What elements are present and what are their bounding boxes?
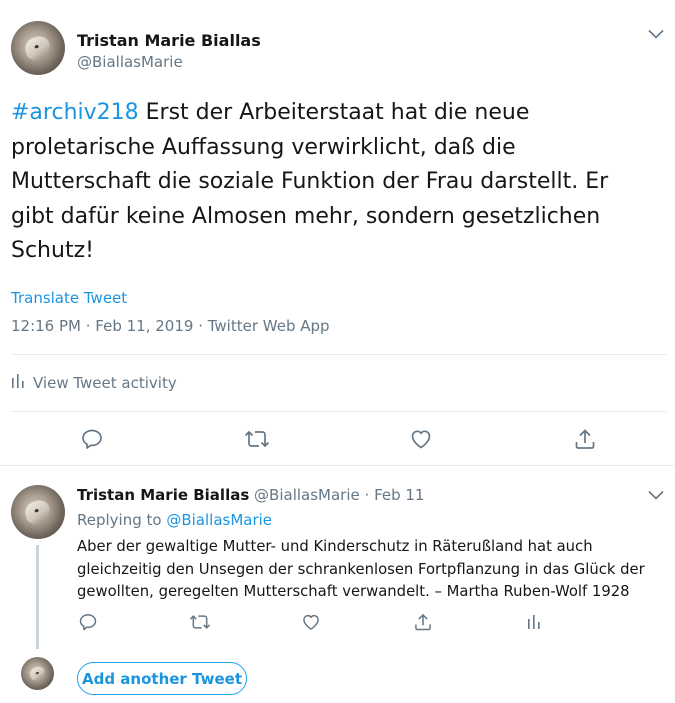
thread-connector-line [36, 545, 39, 649]
avatar-image [22, 33, 53, 63]
tweet-meta: 12:16 PM · Feb 11, 2019 · Twitter Web Ap… [11, 317, 330, 335]
reply-tweet-text: Aber der gewaltige Mutter- und Kindersch… [77, 538, 645, 600]
meta-separator: · [80, 317, 96, 335]
reply-tweet-menu-chevron-down-icon[interactable] [648, 490, 668, 504]
reply-analytics-button[interactable] [520, 608, 548, 636]
divider [11, 411, 667, 412]
reply-icon [79, 614, 97, 631]
avatar-image [22, 497, 53, 527]
main-author-avatar[interactable] [11, 21, 65, 75]
current-user-avatar[interactable] [21, 657, 54, 690]
reply-icon [82, 429, 102, 449]
main-author-name[interactable]: Tristan Marie Biallas [77, 31, 261, 50]
view-tweet-activity-label: View Tweet activity [33, 374, 177, 392]
add-another-tweet-button[interactable]: Add another Tweet [77, 662, 247, 695]
retweet-icon [189, 615, 211, 629]
reply-author-handle[interactable]: @BiallasMarie [254, 486, 360, 504]
reply-separator: · [359, 486, 375, 504]
reply-retweet-button[interactable] [186, 608, 214, 636]
share-icon [415, 613, 431, 631]
hashtag-link[interactable]: #archiv218 [11, 100, 139, 125]
tweet-source[interactable]: Twitter Web App [208, 317, 330, 335]
reply-like-button[interactable] [297, 608, 325, 636]
reply-share-button[interactable] [409, 608, 437, 636]
reply-author-name[interactable]: Tristan Marie Biallas [77, 486, 249, 504]
heart-icon [411, 430, 431, 449]
retweet-button[interactable] [243, 425, 271, 453]
retweet-icon [244, 430, 270, 448]
main-author-handle[interactable]: @BiallasMarie [77, 53, 183, 71]
view-tweet-activity-link[interactable]: View Tweet activity [11, 373, 177, 393]
like-button[interactable] [407, 425, 435, 453]
share-icon [575, 429, 595, 449]
replying-to-prefix: Replying to [77, 511, 167, 529]
reply-author-avatar[interactable] [11, 485, 65, 539]
meta-separator: · [193, 317, 208, 335]
replying-to: Replying to @BiallasMarie [77, 511, 272, 529]
analytics-icon [528, 615, 540, 629]
main-tweet-menu-chevron-down-icon[interactable] [648, 29, 668, 43]
analytics-icon [11, 373, 25, 393]
reply-button[interactable] [78, 425, 106, 453]
heart-icon [303, 614, 319, 630]
reply-header: Tristan Marie Biallas @BiallasMarie · Fe… [77, 486, 424, 504]
tweet-date[interactable]: Feb 11, 2019 [95, 317, 193, 335]
translate-tweet-link[interactable]: Translate Tweet [11, 289, 127, 307]
share-button[interactable] [571, 425, 599, 453]
reply-date[interactable]: Feb 11 [374, 486, 424, 504]
reply-reply-button[interactable] [74, 608, 102, 636]
tweet-time[interactable]: 12:16 PM [11, 317, 81, 335]
section-divider [0, 465, 675, 466]
main-tweet-text: #archiv218 Erst der Arbeiterstaat hat di… [11, 96, 651, 269]
avatar-image [27, 664, 47, 683]
divider [11, 354, 667, 355]
replying-to-mention[interactable]: @BiallasMarie [166, 511, 272, 529]
